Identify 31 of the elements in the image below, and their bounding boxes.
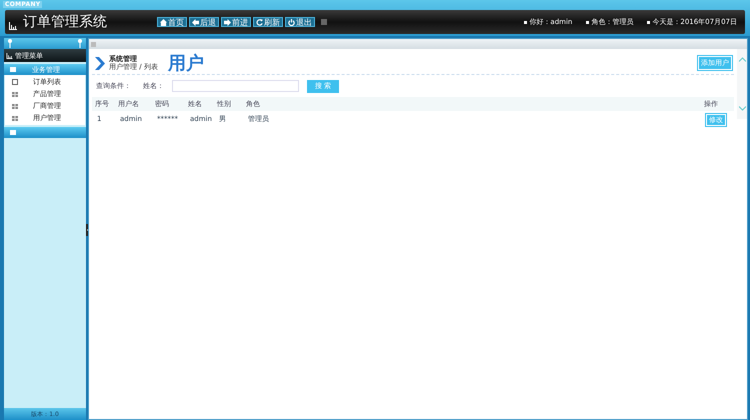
grid-icon — [12, 92, 18, 96]
nav-button[interactable]: 刷新 — [253, 17, 283, 27]
nav-button[interactable]: 退出 — [285, 17, 315, 27]
bullet-icon — [647, 20, 650, 24]
chart-icon — [6, 52, 13, 58]
right-arrow-icon — [224, 18, 231, 26]
bullet-icon — [524, 20, 528, 24]
pin-icon — [8, 39, 12, 48]
app-title: 订单管理系统 — [23, 13, 108, 31]
grid-icon — [12, 116, 18, 120]
square-icon — [91, 42, 96, 46]
bullet-icon — [586, 20, 590, 24]
chevron-icon — [95, 56, 105, 70]
power-icon — [288, 18, 295, 26]
nav-button[interactable]: 首页 — [157, 17, 187, 27]
home-icon — [160, 18, 167, 26]
left-arrow-icon — [192, 18, 199, 26]
page-heading: 用户 — [168, 52, 204, 75]
document-icon — [12, 79, 18, 85]
square-icon — [10, 130, 16, 135]
square-icon — [10, 67, 16, 72]
chart-icon — [9, 22, 17, 30]
nav-button[interactable]: 后退 — [189, 17, 219, 27]
scrollbar[interactable] — [737, 49, 747, 119]
square-icon — [321, 19, 327, 25]
nav-button[interactable]: 前进 — [221, 17, 251, 27]
grid-icon — [12, 104, 18, 108]
refresh-icon — [256, 18, 263, 26]
pin-icon — [78, 39, 82, 48]
name-input-field[interactable] — [172, 80, 299, 92]
menu-group[interactable] — [4, 127, 86, 138]
